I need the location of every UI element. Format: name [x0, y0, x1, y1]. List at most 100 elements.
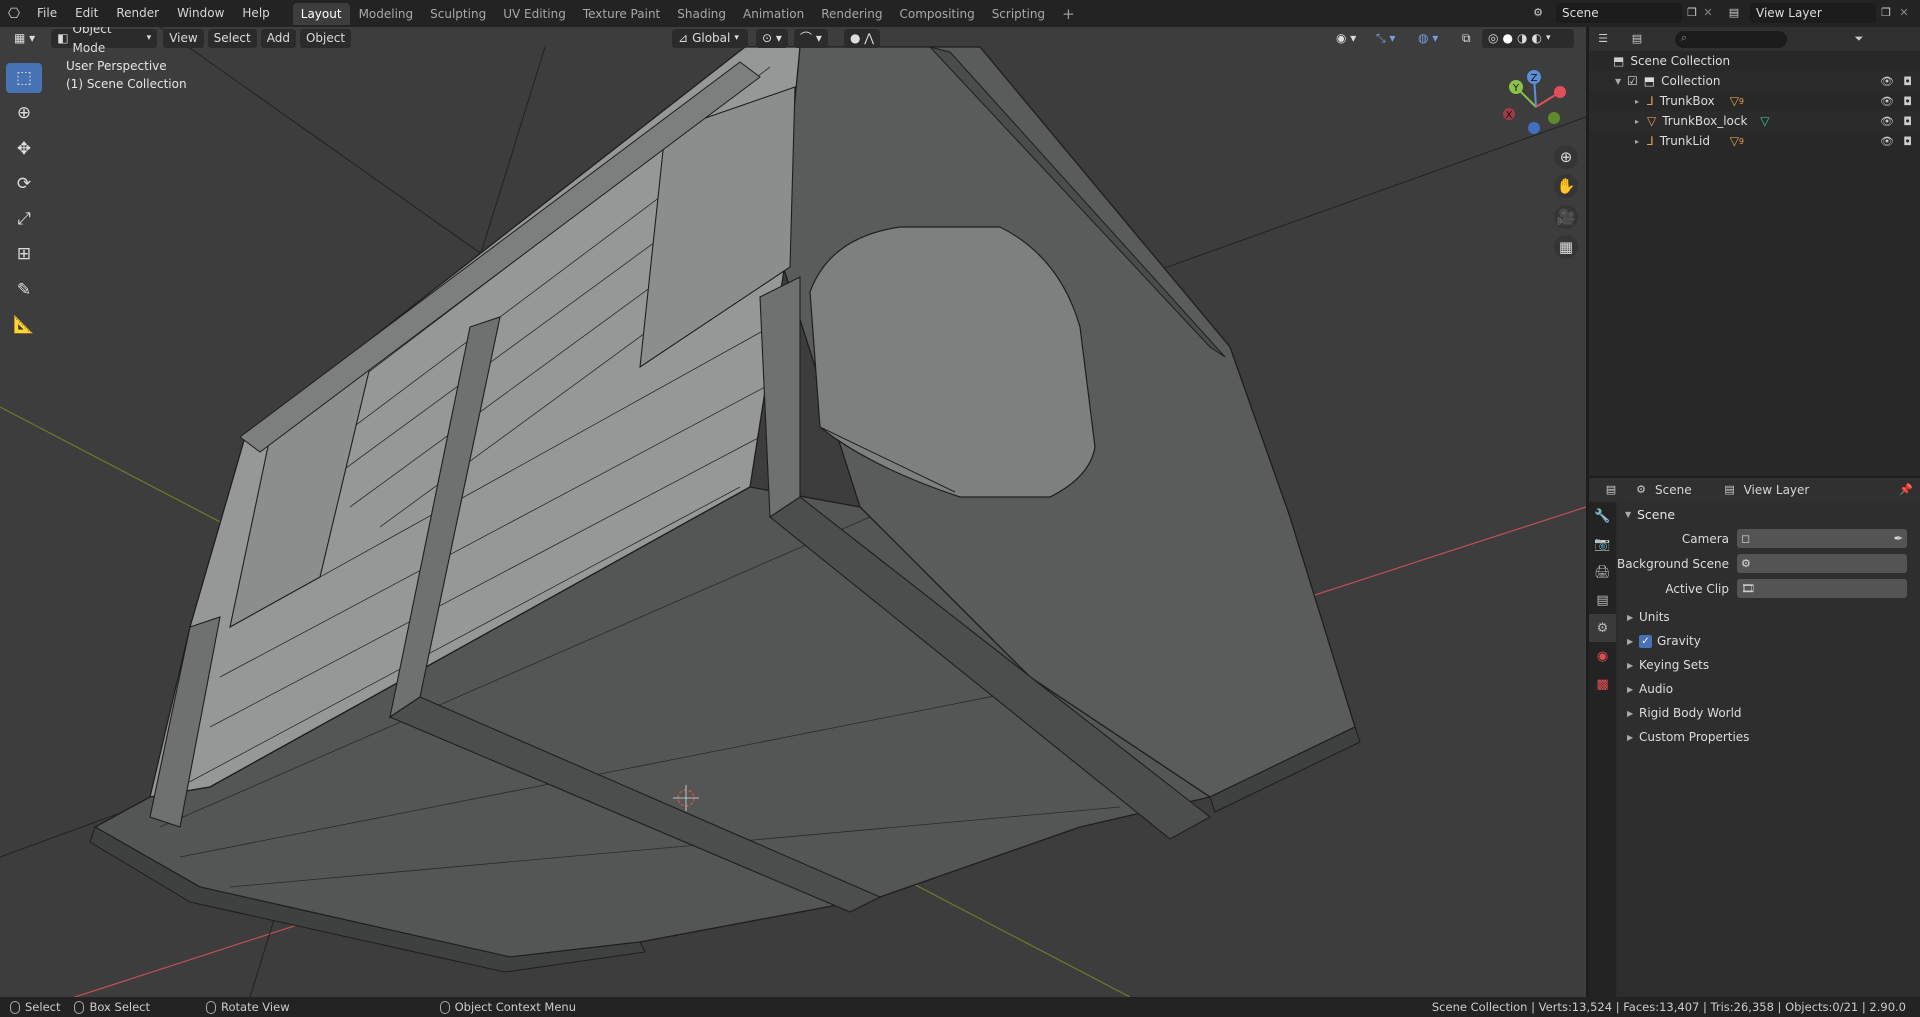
scene-field[interactable]: Scene [1556, 3, 1682, 23]
camera-field[interactable]: ◻ ✒ [1737, 529, 1907, 548]
texture-tab-icon[interactable]: ▩ [1589, 670, 1616, 698]
gravity-section[interactable]: ▶ ✓ Gravity [1617, 629, 1920, 653]
outliner-row-trunklid[interactable]: ▸ ⅃ TrunkLid ▽ 9 👁 ◘ [1589, 131, 1920, 151]
properties-editor-icon[interactable]: ▤ [1603, 482, 1619, 498]
xray-toggle[interactable]: ⧉ [1456, 29, 1477, 48]
tab-modeling[interactable]: Modeling [351, 3, 422, 25]
orientation-dropdown[interactable]: ⊿ Global ▾ [672, 29, 748, 48]
add-menu[interactable]: Add [260, 29, 296, 48]
camera-icon[interactable]: ◘ [1903, 135, 1912, 148]
checkbox-icon[interactable]: ☑ [1627, 74, 1638, 88]
ortho-grid-icon[interactable]: ▦ [1554, 235, 1578, 259]
new-view-layer-icon[interactable]: ❐ [1878, 5, 1894, 21]
add-workspace-button[interactable]: + [1054, 3, 1083, 25]
eyedropper-icon[interactable]: ✒ [1894, 532, 1903, 545]
camera-icon[interactable]: ◘ [1903, 75, 1912, 88]
new-scene-icon[interactable]: ❐ [1684, 5, 1700, 21]
measure-tool-icon[interactable]: 📐 [6, 310, 42, 340]
eye-icon[interactable]: 👁 [1880, 115, 1894, 128]
menu-help[interactable]: Help [233, 0, 278, 27]
tab-scripting[interactable]: Scripting [984, 3, 1053, 25]
outliner-search[interactable]: ⌕ [1675, 30, 1787, 48]
move-tool-icon[interactable]: ✥ [6, 134, 42, 164]
expand-arrow-icon[interactable]: ▸ [1635, 137, 1647, 146]
units-section[interactable]: ▶ Units [1617, 605, 1920, 629]
solid-shading-icon[interactable]: ● [1502, 29, 1512, 48]
camera-view-icon[interactable]: 🎥 [1554, 205, 1578, 229]
active-clip-field[interactable]: 🎞 [1737, 579, 1907, 598]
gizmo-toggle[interactable]: ⤡ ▾ [1370, 29, 1401, 48]
editor-type-button[interactable]: ▦ ▾ [8, 29, 41, 48]
scene-section-header[interactable]: ▼ Scene [1617, 502, 1920, 526]
tab-texture-paint[interactable]: Texture Paint [575, 3, 668, 25]
rigid-body-world-section[interactable]: ▶ Rigid Body World [1617, 701, 1920, 725]
audio-section[interactable]: ▶ Audio [1617, 677, 1920, 701]
tool-tab-icon[interactable]: 🔧 [1589, 502, 1616, 530]
view-layer-icon[interactable]: ▤ [1726, 5, 1742, 21]
snap-toggle[interactable]: ⌒ ▾ [794, 29, 828, 48]
select-box-tool-icon[interactable]: ⬚ [6, 63, 42, 93]
outliner-row-trunkbox-lock[interactable]: ▸ ▽ TrunkBox_lock ▽ 👁 ◘ [1589, 111, 1920, 131]
output-tab-icon[interactable]: 🖨 [1589, 558, 1616, 586]
eye-icon[interactable]: 👁 [1880, 75, 1894, 88]
delete-view-layer-icon[interactable]: ✕ [1896, 5, 1912, 21]
mode-dropdown[interactable]: ◧ Object Mode ▾ [51, 27, 158, 55]
tab-animation[interactable]: Animation [735, 3, 812, 25]
expand-arrow-icon[interactable]: ▸ [1635, 117, 1647, 126]
zoom-icon[interactable]: ⊕ [1554, 145, 1578, 169]
camera-icon[interactable]: ◘ [1903, 95, 1912, 108]
pin-icon[interactable]: 📌 [1898, 482, 1914, 498]
tab-rendering[interactable]: Rendering [813, 3, 890, 25]
view-layer-field[interactable]: View Layer [1750, 3, 1876, 23]
display-mode-icon[interactable]: ▤ [1629, 31, 1645, 47]
material-shading-icon[interactable]: ◑ [1517, 29, 1527, 48]
outliner-row-collection[interactable]: ▼ ☑ ⬒ Collection 👁 ◘ [1589, 71, 1920, 91]
menu-window[interactable]: Window [168, 0, 233, 27]
tab-uv-editing[interactable]: UV Editing [495, 3, 574, 25]
proportional-edit-toggle[interactable]: ● ⋀ [844, 29, 881, 48]
render-tab-icon[interactable]: 📷 [1589, 530, 1616, 558]
rendered-shading-icon[interactable]: ◐ [1531, 29, 1541, 48]
transform-tool-icon[interactable]: ⊞ [6, 239, 42, 269]
outliner-row-trunkbox[interactable]: ▸ ⅃ TrunkBox ▽ 9 👁 ◘ [1589, 91, 1920, 111]
expand-arrow-icon[interactable]: ▼ [1615, 77, 1627, 86]
keying-sets-section[interactable]: ▶ Keying Sets [1617, 653, 1920, 677]
blender-logo-icon[interactable]: ⎔ [0, 6, 28, 22]
tab-compositing[interactable]: Compositing [891, 3, 982, 25]
select-menu[interactable]: Select [207, 29, 257, 48]
tab-layout[interactable]: Layout [292, 2, 350, 25]
visibility-dropdown[interactable]: ◉ ▾ [1330, 29, 1362, 48]
world-tab-icon[interactable]: ◉ [1589, 642, 1616, 670]
tab-shading[interactable]: Shading [669, 3, 734, 25]
menu-file[interactable]: File [28, 0, 66, 27]
scene-selector-icon[interactable]: ⚙ [1530, 5, 1546, 21]
menu-edit[interactable]: Edit [66, 0, 107, 27]
navigation-gizmo[interactable]: Y Z X [1496, 67, 1576, 147]
rotate-tool-icon[interactable]: ⟳ [6, 169, 42, 199]
overlay-toggle[interactable]: ◍ ▾ [1412, 29, 1444, 48]
camera-icon[interactable]: ◘ [1903, 115, 1912, 128]
object-menu[interactable]: Object [299, 29, 352, 48]
gravity-checkbox[interactable]: ✓ [1639, 634, 1652, 648]
expand-arrow-icon[interactable]: ▸ [1635, 97, 1647, 106]
filter-icon[interactable]: ⏷ [1851, 31, 1867, 47]
scale-tool-icon[interactable]: ⤢ [6, 204, 42, 234]
shading-modes[interactable]: ◎ ● ◑ ◐ ▾ [1482, 29, 1574, 48]
background-scene-field[interactable]: ⚙ [1737, 554, 1907, 573]
eye-icon[interactable]: 👁 [1880, 95, 1894, 108]
menu-render[interactable]: Render [107, 0, 168, 27]
3d-viewport[interactable]: ▦ ▾ ◧ Object Mode ▾ View Select Add Obje… [0, 27, 1586, 997]
pivot-dropdown[interactable]: ⊙ ▾ [756, 29, 788, 48]
eye-icon[interactable]: 👁 [1880, 135, 1894, 148]
pan-hand-icon[interactable]: ✋ [1554, 174, 1578, 198]
scene-tab-icon[interactable]: ⚙ [1589, 614, 1616, 642]
annotate-tool-icon[interactable]: ✎ [6, 275, 42, 305]
tab-sculpting[interactable]: Sculpting [422, 3, 494, 25]
outliner-editor-icon[interactable]: ☰ [1595, 31, 1611, 47]
cursor-tool-icon[interactable]: ⊕ [6, 98, 42, 128]
wireframe-shading-icon[interactable]: ◎ [1488, 29, 1498, 48]
custom-properties-section[interactable]: ▶ Custom Properties [1617, 725, 1920, 749]
outliner-row-scene-collection[interactable]: ⬒ Scene Collection [1589, 51, 1920, 71]
view-menu[interactable]: View [163, 29, 204, 48]
view-layer-tab-icon[interactable]: ▤ [1589, 586, 1616, 614]
